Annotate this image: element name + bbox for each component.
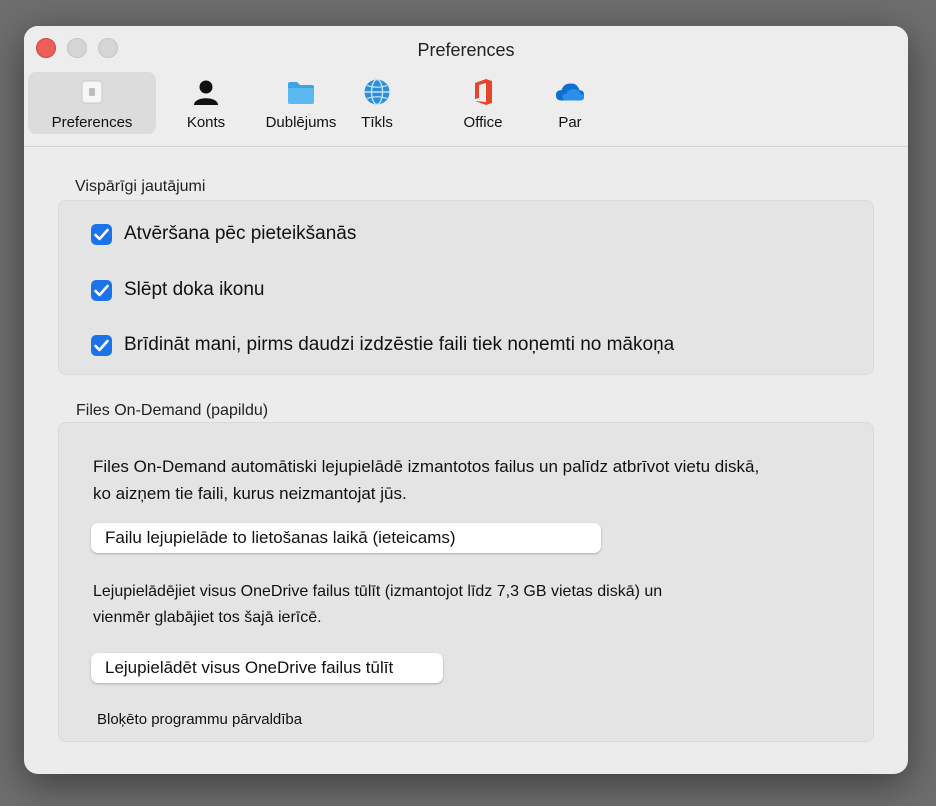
files-on-demand-box: Files On-Demand automātiski lejupielādē … (58, 422, 874, 742)
checkmark-icon (94, 339, 109, 351)
files-on-demand-section-title: Files On-Demand (papildu) (76, 402, 269, 419)
tab-about[interactable]: Par (544, 72, 596, 134)
folder-icon (285, 76, 317, 108)
general-section-title: Vispārīgi jautājumi (75, 178, 206, 195)
preferences-window: Preferences Preferences Konts Dublējums … (24, 26, 908, 774)
option-label: Atvēršana pēc pieteikšanās (124, 223, 357, 244)
open-at-login-option[interactable]: Atvēršana pēc pieteikšanās (91, 223, 356, 245)
checkmark-icon (94, 228, 109, 240)
title-bar: Preferences Preferences Konts Dublējums … (24, 26, 908, 147)
tab-label: Konts (186, 114, 226, 131)
tab-account[interactable]: Konts (156, 72, 256, 134)
tab-office[interactable]: Office (448, 72, 518, 134)
open-at-login-checkbox[interactable] (91, 223, 112, 245)
tab-label: Par (558, 114, 582, 131)
tab-backup[interactable]: Dublējums (256, 72, 346, 134)
option-label: Brīdināt mani, pirms daudzi izdzēstie fa… (124, 334, 675, 355)
window-title: Preferences (417, 40, 515, 60)
globe-icon (361, 76, 393, 108)
tab-label: Office (463, 114, 503, 131)
download-all-button[interactable]: Lejupielādēt visus OneDrive failus tūlīt (91, 653, 443, 683)
tab-network[interactable]: Tīkls (346, 72, 408, 134)
download-all-description: Lejupielādējiet visus OneDrive failus tū… (93, 583, 663, 626)
tab-label: Tīkls (361, 114, 393, 131)
warn-deleted-files-option[interactable]: Brīdināt mani, pirms daudzi izdzēstie fa… (91, 334, 674, 356)
checkmark-icon (94, 284, 109, 296)
general-settings-box: Atvēršana pēc pieteikšanās Slēpt doka ik… (58, 200, 874, 375)
tab-preferences[interactable]: Preferences (28, 72, 156, 134)
preferences-toolbar: Preferences Konts Dublējums Tīkls Office… (24, 72, 908, 134)
cloud-icon (554, 76, 586, 108)
download-on-use-button[interactable]: Failu lejupielāde to lietošanas laikā (i… (91, 523, 601, 553)
manage-blocked-apps-link[interactable]: Bloķēto programmu pārvaldība (97, 711, 302, 728)
tab-label: Preferences (51, 114, 133, 131)
option-label: Slēpt doka ikonu (124, 279, 265, 300)
tab-label: Dublējums (265, 114, 337, 131)
files-on-demand-description: Files On-Demand automātiski lejupielādē … (93, 457, 760, 503)
hide-dock-icon-checkbox[interactable] (91, 279, 112, 301)
office-logo-icon (467, 76, 499, 108)
person-icon (190, 76, 222, 108)
hide-dock-icon-option[interactable]: Slēpt doka ikonu (91, 279, 265, 301)
warn-deleted-files-checkbox[interactable] (91, 334, 112, 356)
switch-icon (76, 76, 108, 108)
